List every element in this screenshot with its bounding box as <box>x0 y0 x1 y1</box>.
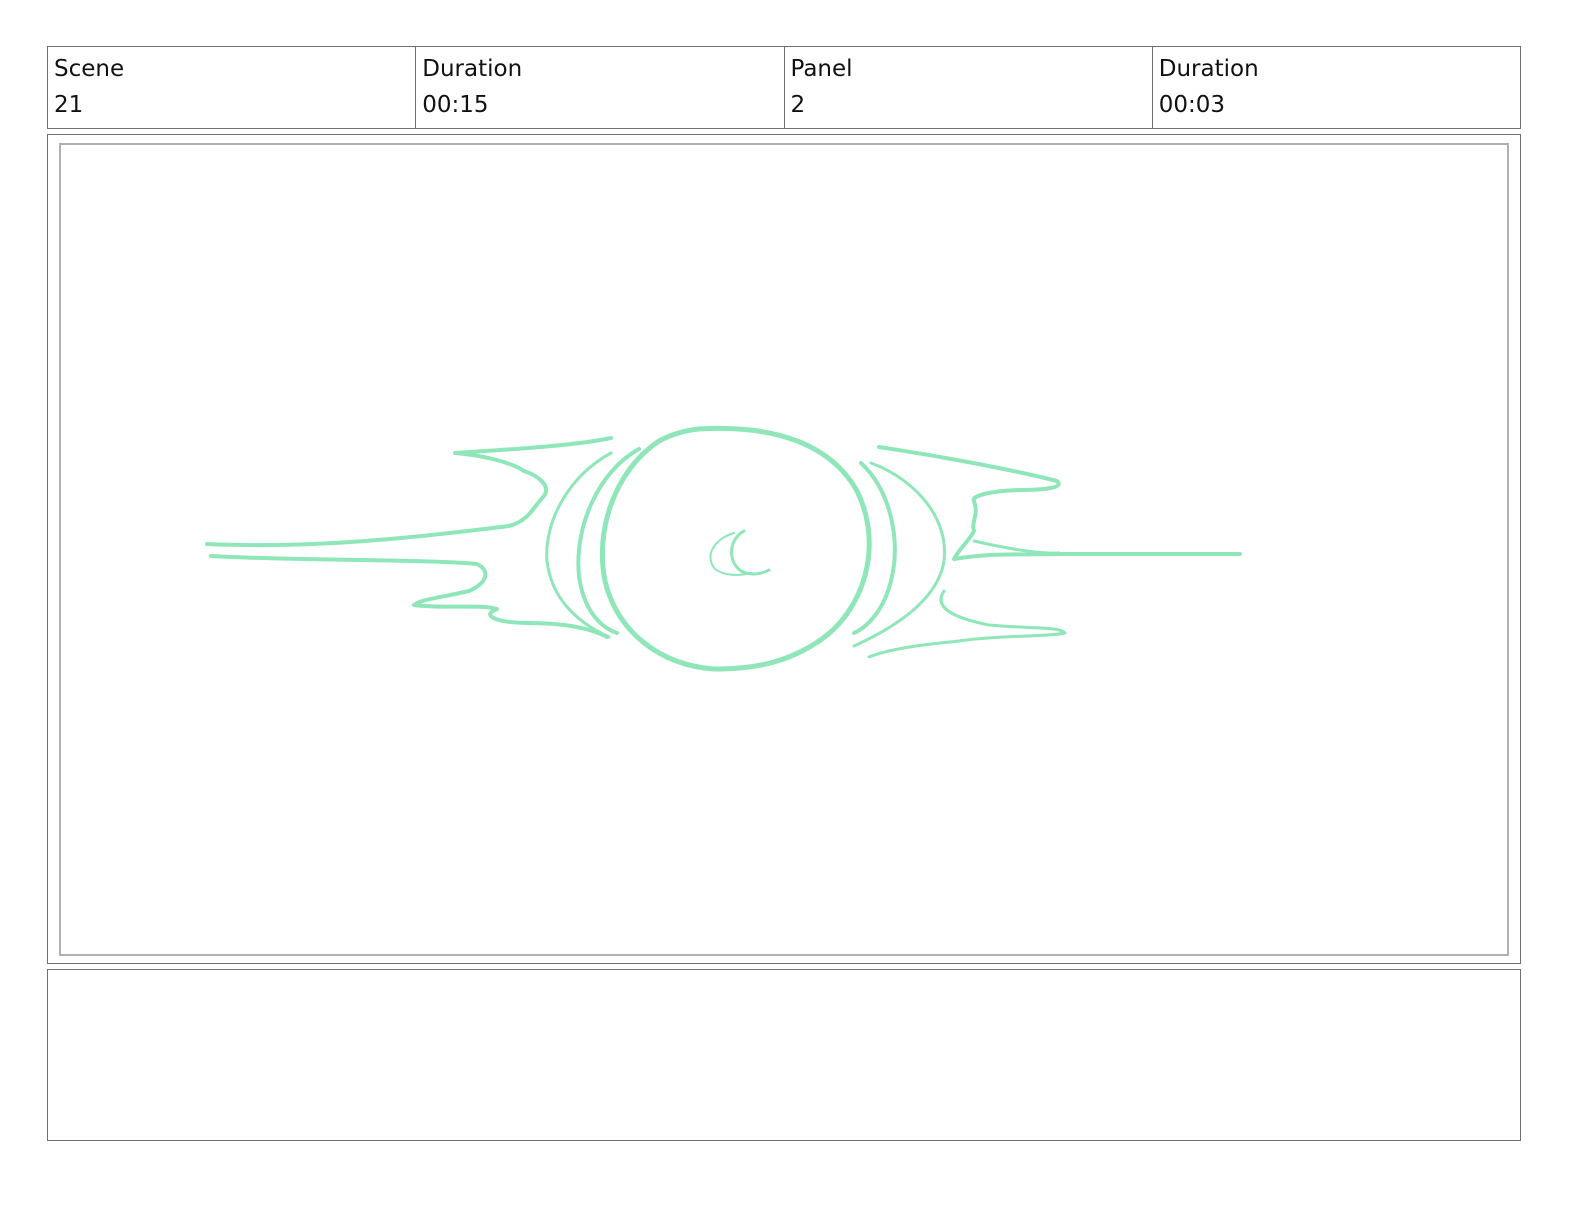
panel-duration-value: 00:03 <box>1158 92 1226 118</box>
scene-cell: Scene 21 <box>48 47 417 128</box>
panel-label: Panel <box>790 56 853 82</box>
scene-number: 21 <box>54 92 84 118</box>
scene-duration-label: Duration <box>422 56 523 82</box>
panel-cell: Panel 2 <box>785 47 1153 128</box>
sketch-strokes <box>205 425 1242 672</box>
panel-canvas <box>59 143 1509 956</box>
storyboard-header: Scene 21 Duration 00:15 Panel 2 Duration… <box>47 46 1521 129</box>
panel-notes[interactable] <box>47 969 1521 1141</box>
panel-duration-label: Duration <box>1158 56 1259 82</box>
scene-duration-cell: Duration 00:15 <box>416 47 785 128</box>
panel-number: 2 <box>790 92 806 118</box>
eye-sketch-icon <box>205 425 1242 672</box>
scene-label: Scene <box>54 56 125 82</box>
panel-frame <box>47 134 1521 964</box>
scene-duration-value: 00:15 <box>422 92 489 118</box>
panel-duration-cell: Duration 00:03 <box>1153 47 1520 128</box>
